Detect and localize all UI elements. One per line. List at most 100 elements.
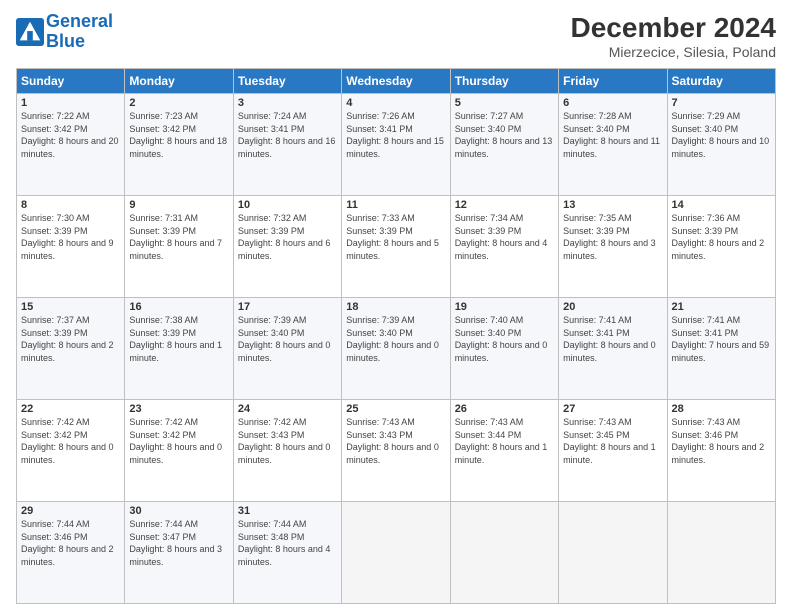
day-number: 13 <box>563 199 662 211</box>
calendar-cell <box>450 502 558 604</box>
day-info: Sunrise: 7:41 AM Sunset: 3:41 PM Dayligh… <box>563 315 656 363</box>
day-info: Sunrise: 7:36 AM Sunset: 3:39 PM Dayligh… <box>672 213 765 261</box>
calendar-cell: 1 Sunrise: 7:22 AM Sunset: 3:42 PM Dayli… <box>17 94 125 196</box>
calendar-cell: 28 Sunrise: 7:43 AM Sunset: 3:46 PM Dayl… <box>667 400 775 502</box>
header: General Blue December 2024 Mierzecice, S… <box>16 12 776 60</box>
day-info: Sunrise: 7:43 AM Sunset: 3:46 PM Dayligh… <box>672 417 765 465</box>
day-number: 31 <box>238 505 337 517</box>
calendar-cell: 9 Sunrise: 7:31 AM Sunset: 3:39 PM Dayli… <box>125 196 233 298</box>
calendar-cell: 19 Sunrise: 7:40 AM Sunset: 3:40 PM Dayl… <box>450 298 558 400</box>
day-info: Sunrise: 7:44 AM Sunset: 3:46 PM Dayligh… <box>21 519 114 567</box>
day-info: Sunrise: 7:29 AM Sunset: 3:40 PM Dayligh… <box>672 111 770 159</box>
calendar-cell: 30 Sunrise: 7:44 AM Sunset: 3:47 PM Dayl… <box>125 502 233 604</box>
day-number: 25 <box>346 403 445 415</box>
day-info: Sunrise: 7:39 AM Sunset: 3:40 PM Dayligh… <box>238 315 331 363</box>
logo-area: General Blue <box>16 12 113 52</box>
calendar-cell: 31 Sunrise: 7:44 AM Sunset: 3:48 PM Dayl… <box>233 502 341 604</box>
day-number: 23 <box>129 403 228 415</box>
calendar-week-5: 29 Sunrise: 7:44 AM Sunset: 3:46 PM Dayl… <box>17 502 776 604</box>
day-info: Sunrise: 7:26 AM Sunset: 3:41 PM Dayligh… <box>346 111 444 159</box>
day-info: Sunrise: 7:33 AM Sunset: 3:39 PM Dayligh… <box>346 213 439 261</box>
calendar-cell: 6 Sunrise: 7:28 AM Sunset: 3:40 PM Dayli… <box>559 94 667 196</box>
day-info: Sunrise: 7:43 AM Sunset: 3:45 PM Dayligh… <box>563 417 656 465</box>
day-info: Sunrise: 7:40 AM Sunset: 3:40 PM Dayligh… <box>455 315 548 363</box>
calendar-cell: 16 Sunrise: 7:38 AM Sunset: 3:39 PM Dayl… <box>125 298 233 400</box>
day-info: Sunrise: 7:42 AM Sunset: 3:43 PM Dayligh… <box>238 417 331 465</box>
day-info: Sunrise: 7:31 AM Sunset: 3:39 PM Dayligh… <box>129 213 222 261</box>
calendar-week-3: 15 Sunrise: 7:37 AM Sunset: 3:39 PM Dayl… <box>17 298 776 400</box>
calendar-cell: 29 Sunrise: 7:44 AM Sunset: 3:46 PM Dayl… <box>17 502 125 604</box>
calendar-cell: 23 Sunrise: 7:42 AM Sunset: 3:42 PM Dayl… <box>125 400 233 502</box>
day-number: 22 <box>21 403 120 415</box>
calendar-cell: 5 Sunrise: 7:27 AM Sunset: 3:40 PM Dayli… <box>450 94 558 196</box>
col-thursday: Thursday <box>450 69 558 94</box>
logo-line2: Blue <box>46 31 85 51</box>
calendar-cell <box>667 502 775 604</box>
calendar-week-1: 1 Sunrise: 7:22 AM Sunset: 3:42 PM Dayli… <box>17 94 776 196</box>
day-number: 18 <box>346 301 445 313</box>
calendar-cell: 22 Sunrise: 7:42 AM Sunset: 3:42 PM Dayl… <box>17 400 125 502</box>
calendar-week-2: 8 Sunrise: 7:30 AM Sunset: 3:39 PM Dayli… <box>17 196 776 298</box>
calendar-cell: 12 Sunrise: 7:34 AM Sunset: 3:39 PM Dayl… <box>450 196 558 298</box>
calendar-cell: 17 Sunrise: 7:39 AM Sunset: 3:40 PM Dayl… <box>233 298 341 400</box>
calendar-cell: 25 Sunrise: 7:43 AM Sunset: 3:43 PM Dayl… <box>342 400 450 502</box>
day-number: 20 <box>563 301 662 313</box>
calendar-cell <box>342 502 450 604</box>
day-info: Sunrise: 7:30 AM Sunset: 3:39 PM Dayligh… <box>21 213 114 261</box>
day-number: 10 <box>238 199 337 211</box>
day-number: 4 <box>346 97 445 109</box>
day-info: Sunrise: 7:37 AM Sunset: 3:39 PM Dayligh… <box>21 315 114 363</box>
day-info: Sunrise: 7:42 AM Sunset: 3:42 PM Dayligh… <box>129 417 222 465</box>
calendar-cell: 18 Sunrise: 7:39 AM Sunset: 3:40 PM Dayl… <box>342 298 450 400</box>
calendar-cell: 8 Sunrise: 7:30 AM Sunset: 3:39 PM Dayli… <box>17 196 125 298</box>
col-tuesday: Tuesday <box>233 69 341 94</box>
day-number: 27 <box>563 403 662 415</box>
day-info: Sunrise: 7:35 AM Sunset: 3:39 PM Dayligh… <box>563 213 656 261</box>
calendar-header-row: Sunday Monday Tuesday Wednesday Thursday… <box>17 69 776 94</box>
day-number: 12 <box>455 199 554 211</box>
calendar-title: December 2024 <box>571 12 776 44</box>
day-number: 14 <box>672 199 771 211</box>
calendar-cell: 26 Sunrise: 7:43 AM Sunset: 3:44 PM Dayl… <box>450 400 558 502</box>
calendar-cell: 27 Sunrise: 7:43 AM Sunset: 3:45 PM Dayl… <box>559 400 667 502</box>
day-info: Sunrise: 7:34 AM Sunset: 3:39 PM Dayligh… <box>455 213 548 261</box>
day-info: Sunrise: 7:38 AM Sunset: 3:39 PM Dayligh… <box>129 315 222 363</box>
day-info: Sunrise: 7:41 AM Sunset: 3:41 PM Dayligh… <box>672 315 770 363</box>
day-number: 1 <box>21 97 120 109</box>
calendar-table: Sunday Monday Tuesday Wednesday Thursday… <box>16 68 776 604</box>
logo-icon <box>16 18 44 46</box>
day-number: 26 <box>455 403 554 415</box>
day-info: Sunrise: 7:43 AM Sunset: 3:43 PM Dayligh… <box>346 417 439 465</box>
col-monday: Monday <box>125 69 233 94</box>
title-area: December 2024 Mierzecice, Silesia, Polan… <box>571 12 776 60</box>
day-info: Sunrise: 7:22 AM Sunset: 3:42 PM Dayligh… <box>21 111 119 159</box>
calendar-week-4: 22 Sunrise: 7:42 AM Sunset: 3:42 PM Dayl… <box>17 400 776 502</box>
day-number: 24 <box>238 403 337 415</box>
col-saturday: Saturday <box>667 69 775 94</box>
day-number: 21 <box>672 301 771 313</box>
day-info: Sunrise: 7:28 AM Sunset: 3:40 PM Dayligh… <box>563 111 660 159</box>
calendar-cell: 21 Sunrise: 7:41 AM Sunset: 3:41 PM Dayl… <box>667 298 775 400</box>
calendar-cell <box>559 502 667 604</box>
calendar-cell: 3 Sunrise: 7:24 AM Sunset: 3:41 PM Dayli… <box>233 94 341 196</box>
page: General Blue December 2024 Mierzecice, S… <box>0 0 792 612</box>
day-number: 6 <box>563 97 662 109</box>
logo-text: General Blue <box>46 12 113 52</box>
calendar-subtitle: Mierzecice, Silesia, Poland <box>571 44 776 60</box>
day-info: Sunrise: 7:32 AM Sunset: 3:39 PM Dayligh… <box>238 213 331 261</box>
day-number: 11 <box>346 199 445 211</box>
day-info: Sunrise: 7:39 AM Sunset: 3:40 PM Dayligh… <box>346 315 439 363</box>
logo-line1: General <box>46 11 113 31</box>
day-number: 17 <box>238 301 337 313</box>
calendar-cell: 2 Sunrise: 7:23 AM Sunset: 3:42 PM Dayli… <box>125 94 233 196</box>
day-info: Sunrise: 7:23 AM Sunset: 3:42 PM Dayligh… <box>129 111 227 159</box>
col-friday: Friday <box>559 69 667 94</box>
day-info: Sunrise: 7:43 AM Sunset: 3:44 PM Dayligh… <box>455 417 548 465</box>
day-number: 5 <box>455 97 554 109</box>
calendar-cell: 14 Sunrise: 7:36 AM Sunset: 3:39 PM Dayl… <box>667 196 775 298</box>
day-number: 2 <box>129 97 228 109</box>
day-info: Sunrise: 7:44 AM Sunset: 3:47 PM Dayligh… <box>129 519 222 567</box>
calendar-cell: 10 Sunrise: 7:32 AM Sunset: 3:39 PM Dayl… <box>233 196 341 298</box>
day-info: Sunrise: 7:44 AM Sunset: 3:48 PM Dayligh… <box>238 519 331 567</box>
day-info: Sunrise: 7:27 AM Sunset: 3:40 PM Dayligh… <box>455 111 553 159</box>
